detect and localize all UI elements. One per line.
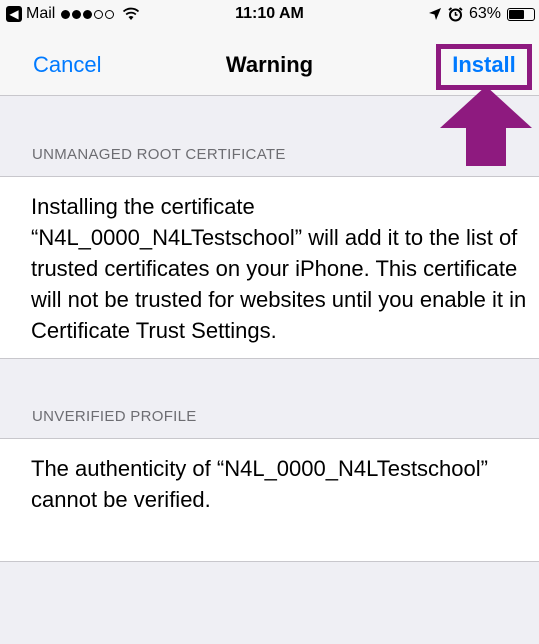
screen: ◀ Mail 11:10 AM 63% Cancel Warning Insta… xyxy=(0,0,539,644)
unverified-profile-description: The authenticity of “N4L_0000_N4LTestsch… xyxy=(31,456,488,512)
battery-fill xyxy=(509,9,525,19)
status-right: 63% xyxy=(428,5,535,23)
annotation-up-arrow-icon xyxy=(440,86,532,166)
root-certificate-description: Installing the certificate “N4L_0000_N4L… xyxy=(31,194,527,343)
alarm-clock-icon xyxy=(448,6,463,21)
install-button[interactable]: Install xyxy=(441,52,527,78)
status-bar: ◀ Mail 11:10 AM 63% xyxy=(0,0,539,30)
section-body-root-certificate: Installing the certificate “N4L_0000_N4L… xyxy=(0,176,539,359)
location-arrow-icon xyxy=(428,8,441,20)
battery-percent: 63% xyxy=(468,5,501,22)
section-header-unverified-profile: UNVERIFIED PROFILE xyxy=(32,408,197,425)
section-body-unverified-profile: The authenticity of “N4L_0000_N4LTestsch… xyxy=(0,438,539,562)
section-header-root-certificate: UNMANAGED ROOT CERTIFICATE xyxy=(32,146,286,163)
battery-icon xyxy=(507,7,535,21)
install-highlight-box: Install xyxy=(436,44,532,90)
